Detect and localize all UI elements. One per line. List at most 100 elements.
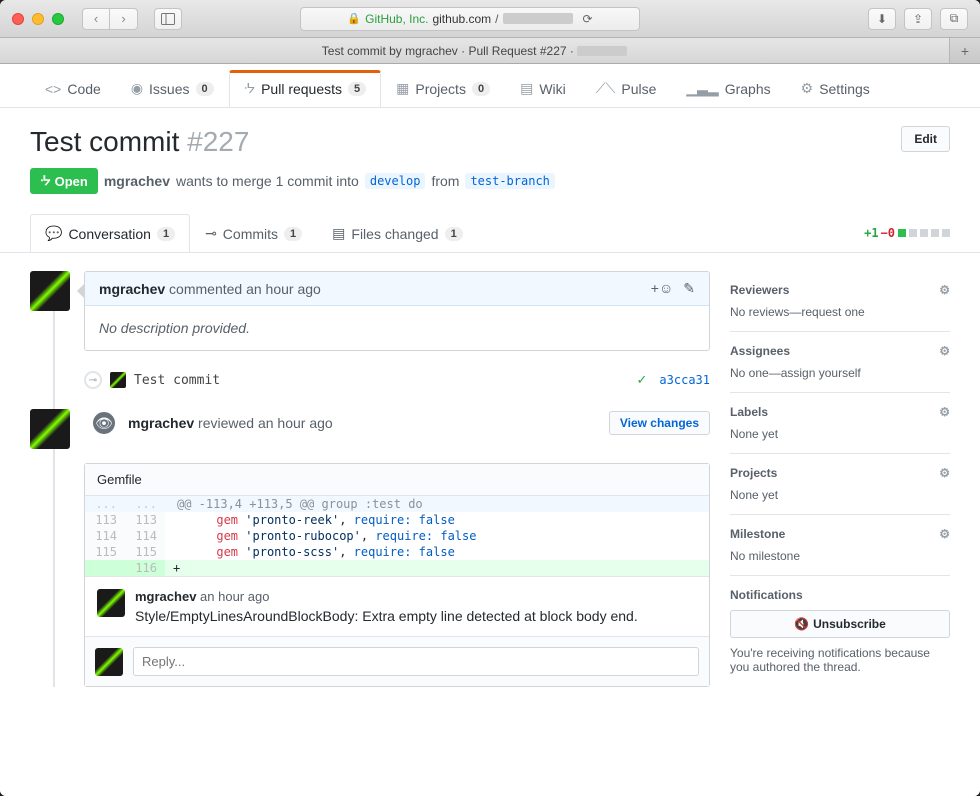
pr-title: Test commit #227 xyxy=(30,126,249,158)
sidebar-projects-title: Projects xyxy=(730,466,777,480)
minimize-icon[interactable] xyxy=(32,13,44,25)
gear-icon[interactable]: ⚙ xyxy=(939,283,950,297)
share-icon[interactable]: ⇪ xyxy=(904,8,932,30)
pr-number: #227 xyxy=(187,126,249,157)
gear-icon[interactable]: ⚙ xyxy=(939,466,950,480)
tab-wiki[interactable]: ▤Wiki xyxy=(505,69,581,107)
tab-commits[interactable]: ⊸Commits1 xyxy=(190,214,317,252)
gear-icon[interactable]: ⚙ xyxy=(939,344,950,358)
sidebar-labels-title: Labels xyxy=(730,405,768,419)
comment-time: an hour ago xyxy=(246,281,321,297)
edit-button[interactable]: Edit xyxy=(901,126,950,152)
gear-icon: ⚙ xyxy=(801,80,814,97)
tab-graphs[interactable]: ▁▃▂Graphs xyxy=(671,69,785,107)
code-line: gem 'pronto-rubocop', require: false xyxy=(165,528,709,544)
sidebar-assignees-title: Assignees xyxy=(730,344,790,358)
reload-icon[interactable]: ⟳ xyxy=(583,12,593,26)
commit-message[interactable]: Test commit xyxy=(134,373,220,388)
commit-hash[interactable]: a3cca31 xyxy=(659,373,710,387)
file-diff-icon: ▤ xyxy=(332,225,345,242)
gear-icon[interactable]: ⚙ xyxy=(939,527,950,541)
review-author[interactable]: mgrachev xyxy=(128,415,194,431)
tab-files-changed[interactable]: ▤Files changed1 xyxy=(317,214,478,252)
traffic-lights xyxy=(12,13,64,25)
file-name[interactable]: Gemfile xyxy=(85,464,709,496)
url-org: GitHub, Inc. xyxy=(365,12,428,26)
project-icon: ▦ xyxy=(396,80,409,97)
tab-pull-requests[interactable]: ᔹPull requests5 xyxy=(229,70,382,107)
eye-icon: 👁 xyxy=(90,409,118,437)
base-branch[interactable]: develop xyxy=(365,173,426,189)
unsubscribe-button[interactable]: 🔇Unsubscribe xyxy=(730,610,950,638)
repo-nav: <>Code ◉Issues0 ᔹPull requests5 ▦Project… xyxy=(0,64,980,108)
reply-row xyxy=(85,636,709,686)
book-icon: ▤ xyxy=(520,80,533,97)
add-reaction-icon[interactable]: +☺ xyxy=(651,280,673,297)
gear-icon[interactable]: ⚙ xyxy=(939,405,950,419)
sidebar-reviewers-title: Reviewers xyxy=(730,283,789,297)
address-bar[interactable]: 🔒 GitHub, Inc. github.com/ ⟳ xyxy=(300,7,640,31)
check-icon: ✓ xyxy=(637,372,648,388)
sidebar: Reviewers ⚙ No reviews—request one Assign… xyxy=(730,271,950,687)
download-icon[interactable]: ⬇ xyxy=(868,8,896,30)
pr-author[interactable]: mgrachev xyxy=(104,173,170,189)
browser-tab[interactable]: Test commit by mgrachev · Pull Request #… xyxy=(0,38,950,63)
git-pr-icon: ᔹ xyxy=(244,80,255,97)
pr-sub-tabs: 💬Conversation1 ⊸Commits1 ▤Files changed1… xyxy=(0,214,980,253)
state-open-badge: ᔹOpen xyxy=(30,168,98,194)
avatar[interactable] xyxy=(30,271,70,311)
commit-row: ⊸ Test commit ✓ a3cca31 xyxy=(74,367,710,393)
avatar[interactable] xyxy=(110,372,126,388)
tab-bar: Test commit by mgrachev · Pull Request #… xyxy=(0,38,980,64)
lock-icon: 🔒 xyxy=(347,12,361,25)
diffstat: +1 −0 xyxy=(864,226,950,240)
tab-pulse[interactable]: ⟋⟍Pulse xyxy=(581,69,672,107)
pr-header: Test commit #227 Edit ᔹOpen mgrachev wan… xyxy=(0,108,980,204)
added-line: + xyxy=(165,560,709,576)
forward-button[interactable]: › xyxy=(110,8,138,30)
redacted-path xyxy=(503,13,573,24)
assign-yourself-link[interactable]: assign yourself xyxy=(781,366,861,380)
commit-icon: ⊸ xyxy=(205,225,217,242)
sidebar-toggle-icon[interactable] xyxy=(154,8,182,30)
tab-projects[interactable]: ▦Projects0 xyxy=(381,69,505,107)
edit-comment-icon[interactable]: ✎ xyxy=(683,280,695,297)
graph-icon: ▁▃▂ xyxy=(686,80,718,97)
tabs-icon[interactable]: ⧉ xyxy=(940,8,968,30)
tab-issues[interactable]: ◉Issues0 xyxy=(116,69,229,107)
issue-icon: ◉ xyxy=(131,80,143,97)
mute-icon: 🔇 xyxy=(794,617,809,631)
code-icon: <> xyxy=(45,81,61,97)
inline-comment: mgrachev an hour ago Style/EmptyLinesAro… xyxy=(85,576,709,636)
code-line: gem 'pronto-scss', require: false xyxy=(165,544,709,560)
comment-icon: 💬 xyxy=(45,225,62,242)
browser-window: ‹ › 🔒 GitHub, Inc. github.com/ ⟳ ⬇ ⇪ ⧉ T… xyxy=(0,0,980,796)
view-changes-button[interactable]: View changes xyxy=(609,411,710,435)
code-line: gem 'pronto-reek', require: false xyxy=(165,512,709,528)
avatar[interactable] xyxy=(95,648,123,676)
zoom-icon[interactable] xyxy=(52,13,64,25)
inline-comment-body: Style/EmptyLinesAroundBlockBody: Extra e… xyxy=(135,608,697,624)
comment-author[interactable]: mgrachev xyxy=(99,281,165,297)
tab-settings[interactable]: ⚙Settings xyxy=(786,69,885,107)
close-icon[interactable] xyxy=(12,13,24,25)
comment-box: mgrachev commented an hour ago +☺ ✎ No d… xyxy=(84,271,710,351)
new-tab-button[interactable]: + xyxy=(950,38,980,63)
back-button[interactable]: ‹ xyxy=(82,8,110,30)
avatar[interactable] xyxy=(30,409,70,449)
reply-input[interactable] xyxy=(133,647,699,676)
head-branch[interactable]: test-branch xyxy=(465,173,554,189)
diff-table: ......@@ -113,4 +113,5 @@ group :test do… xyxy=(85,496,709,576)
file-box: Gemfile ......@@ -113,4 +113,5 @@ group … xyxy=(84,463,710,687)
avatar[interactable] xyxy=(97,589,125,617)
redacted-tab xyxy=(577,46,627,56)
tab-code[interactable]: <>Code xyxy=(30,70,116,107)
sidebar-notifications-title: Notifications xyxy=(730,588,803,602)
tab-conversation[interactable]: 💬Conversation1 xyxy=(30,214,190,252)
titlebar: ‹ › 🔒 GitHub, Inc. github.com/ ⟳ ⬇ ⇪ ⧉ xyxy=(0,0,980,38)
commit-marker-icon: ⊸ xyxy=(84,371,102,389)
inline-comment-author[interactable]: mgrachev xyxy=(135,589,196,604)
git-pr-icon: ᔹ xyxy=(40,173,51,189)
hunk-header: @@ -113,4 +113,5 @@ group :test do xyxy=(165,496,709,512)
sidebar-reviewers-body: No reviews—request one xyxy=(730,305,950,319)
